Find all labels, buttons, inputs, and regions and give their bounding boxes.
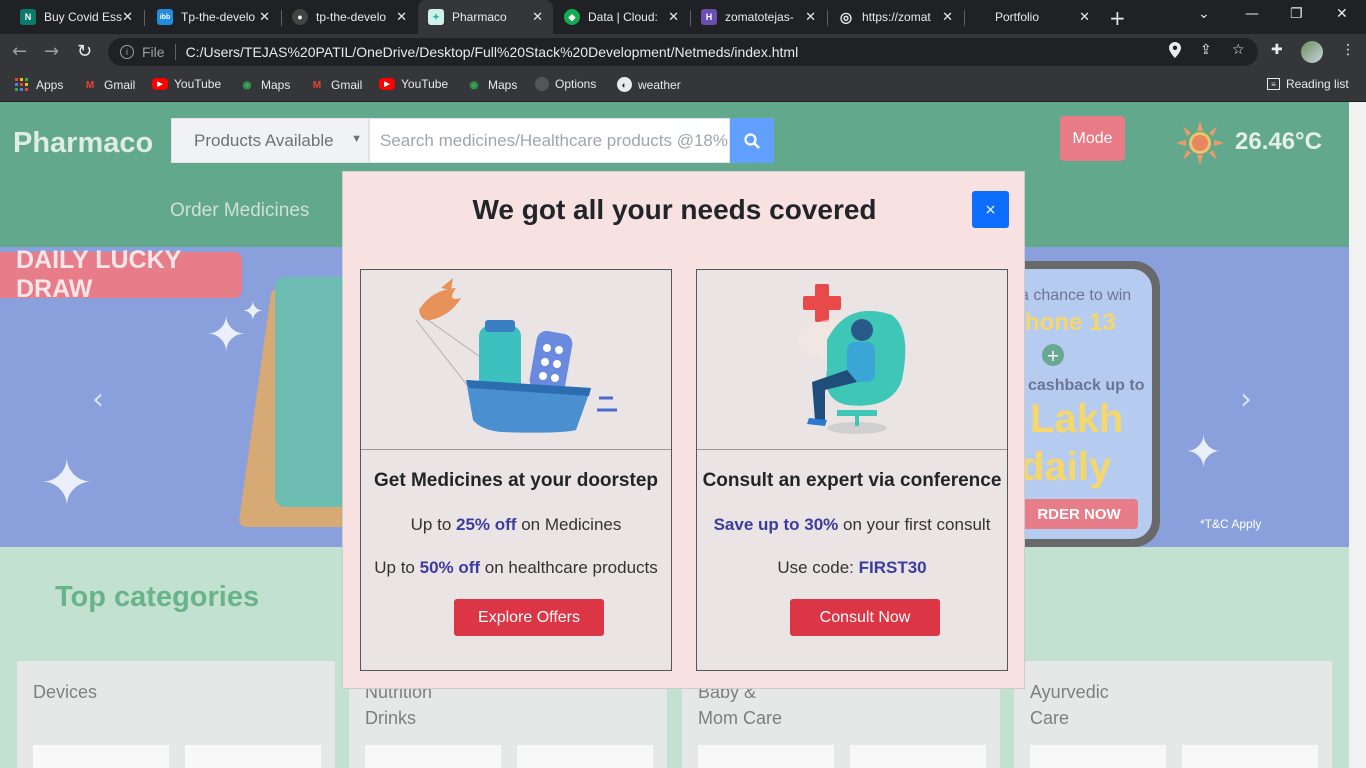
tab-title: zomatotejas-: [725, 10, 794, 24]
site-info-icon[interactable]: i: [120, 45, 134, 59]
offer-card-medicines: Get Medicines at your doorstep Up to 25%…: [360, 269, 672, 671]
delivery-illustration: [361, 270, 671, 450]
mongodb-leaf-icon: ◆: [564, 9, 580, 25]
close-window-icon[interactable]: ✕: [1336, 6, 1348, 22]
reading-list-icon: ≡: [1267, 78, 1280, 90]
maps-icon: ◉: [469, 79, 479, 91]
tab-title: Portfolio: [995, 10, 1040, 24]
tab-github-repo[interactable]: ● tp-the-develo ✕: [282, 0, 417, 34]
tab-title: Data | Cloud:: [588, 10, 658, 24]
bookmark-weather[interactable]: ◐ weather: [617, 77, 681, 92]
consult-illustration: [697, 270, 1007, 450]
bookmark-label: weather: [638, 77, 681, 92]
restore-icon[interactable]: ❐: [1290, 6, 1303, 22]
globe-favicon-icon: ◎: [839, 8, 853, 25]
tab-title: Pharmaco: [452, 10, 507, 24]
bookmark-youtube[interactable]: ▶ YouTube: [152, 77, 221, 91]
gmail-icon: M: [312, 79, 322, 91]
offer-line-healthcare: Up to 50% off on healthcare products: [374, 558, 658, 577]
address-bar[interactable]: i File C:/Users/TEJAS%20PATIL/OneDrive/D…: [108, 38, 1258, 66]
tab-tp-the-developer[interactable]: ibb Tp-the-develo ✕: [145, 0, 280, 34]
netmeds-favicon-icon: N: [20, 9, 36, 25]
apps-grid-icon: [14, 77, 30, 93]
tab-title: https://zomat: [862, 10, 931, 24]
forward-arrow-icon[interactable]: →: [44, 41, 59, 62]
tab-close-icon[interactable]: ✕: [805, 9, 816, 25]
explore-offers-button[interactable]: Explore Offers: [454, 599, 604, 636]
tab-close-icon[interactable]: ✕: [942, 9, 953, 25]
new-tab-plus-icon[interactable]: +: [1109, 6, 1126, 30]
bookmark-gmail[interactable]: M Gmail: [82, 77, 136, 93]
bookmark-label: Maps: [261, 78, 291, 92]
offer-card-consult: Consult an expert via conference Save up…: [696, 269, 1008, 671]
bookmark-youtube-2[interactable]: ▶ YouTube: [379, 77, 448, 91]
reload-icon[interactable]: ↻: [77, 41, 92, 62]
bookmarks-bar: Apps M Gmail ▶ YouTube ◉ Maps M Gmail ▶ …: [0, 70, 1366, 102]
globe-icon: ◐: [617, 77, 632, 92]
tab-pharmaco[interactable]: ✦ Pharmaco ✕: [418, 0, 553, 34]
bookmark-label: Gmail: [331, 78, 363, 92]
offers-modal: We got all your needs covered × Get Medi: [342, 171, 1025, 689]
reading-list[interactable]: ≡ Reading list: [1267, 77, 1349, 91]
tab-close-icon[interactable]: ✕: [1079, 9, 1090, 25]
tab-title: Buy Covid Ess: [44, 10, 123, 24]
offer-title: Get Medicines at your doorstep: [374, 470, 658, 491]
url-text[interactable]: C:/Users/TEJAS%20PATIL/OneDrive/Desktop/…: [186, 44, 799, 60]
tab-mongodb-cloud[interactable]: ◆ Data | Cloud: ✕: [554, 0, 689, 34]
tab-close-icon[interactable]: ✕: [122, 9, 133, 25]
heroku-favicon-icon: H: [701, 9, 717, 25]
bookmark-label: Gmail: [104, 78, 136, 92]
modal-close-button[interactable]: ×: [972, 191, 1009, 228]
tab-heroku-app[interactable]: H zomatotejas- ✕: [691, 0, 826, 34]
tab-buy-covid[interactable]: N Buy Covid Ess ✕: [8, 0, 143, 34]
bookmark-label: Maps: [488, 78, 518, 92]
scheme-label: File: [142, 44, 165, 60]
bookmark-options[interactable]: Options: [535, 77, 596, 91]
browser-toolbar: ← → ↻ i File C:/Users/TEJAS%20PATIL/OneD…: [0, 34, 1366, 70]
github-favicon-icon: ●: [292, 9, 308, 25]
youtube-icon: ▶: [379, 78, 395, 90]
youtube-icon: ▶: [152, 78, 168, 90]
profile-avatar[interactable]: [1301, 41, 1323, 63]
share-icon[interactable]: ⇪: [1200, 42, 1212, 58]
bookmark-label: Apps: [36, 78, 64, 92]
bookmark-label: Options: [555, 77, 597, 91]
tab-close-icon[interactable]: ✕: [668, 9, 679, 25]
menu-kebab-icon[interactable]: ⋮: [1341, 42, 1355, 58]
bookmark-maps[interactable]: ◉ Maps: [239, 77, 291, 93]
offer-line-promo-code: Use code: FIRST30: [777, 558, 927, 577]
bookmark-gmail-2[interactable]: M Gmail: [309, 77, 363, 93]
tab-close-icon[interactable]: ✕: [259, 9, 270, 25]
pharmaco-favicon-icon: ✦: [428, 9, 444, 25]
minimize-icon[interactable]: —: [1245, 6, 1259, 22]
offer-title: Consult an expert via conference: [702, 470, 1002, 491]
browser-tab-bar: N Buy Covid Ess ✕ ibb Tp-the-develo ✕ ● …: [0, 0, 1366, 34]
bookmark-star-icon[interactable]: ☆: [1232, 42, 1245, 58]
tab-title: tp-the-develo: [316, 10, 387, 24]
tab-close-icon[interactable]: ✕: [396, 9, 407, 25]
bookmark-maps-2[interactable]: ◉ Maps: [466, 77, 518, 93]
offer-line-medicines: Up to 25% off on Medicines: [410, 515, 622, 534]
page-scrollbar[interactable]: [1349, 102, 1366, 768]
github-icon: [535, 77, 549, 91]
extensions-puzzle-icon[interactable]: ✚: [1271, 42, 1283, 58]
gmail-icon: M: [85, 79, 95, 91]
tab-title: Tp-the-develo: [181, 10, 256, 24]
back-arrow-icon[interactable]: ←: [12, 41, 27, 62]
bookmark-apps[interactable]: Apps: [14, 77, 63, 93]
maps-icon: ◉: [242, 79, 252, 91]
omnibox-divider: [174, 44, 176, 60]
consult-now-button[interactable]: Consult Now: [790, 599, 940, 636]
offer-line-first-consult: Save up to 30% on your first consult: [713, 515, 991, 534]
bookmark-label: YouTube: [401, 77, 449, 91]
ibb-favicon-icon: ibb: [157, 9, 173, 25]
bookmark-label: YouTube: [174, 77, 222, 91]
modal-title: We got all your needs covered: [472, 194, 877, 225]
tab-search-chevron-icon[interactable]: ⌄: [1198, 6, 1210, 22]
reading-list-label: Reading list: [1286, 77, 1349, 91]
tab-zomato-url[interactable]: ◎ https://zomat ✕: [828, 0, 963, 34]
tab-close-icon[interactable]: ✕: [532, 9, 543, 25]
tab-portfolio[interactable]: Portfolio ✕: [965, 0, 1100, 34]
location-pin-icon[interactable]: [1169, 42, 1181, 62]
